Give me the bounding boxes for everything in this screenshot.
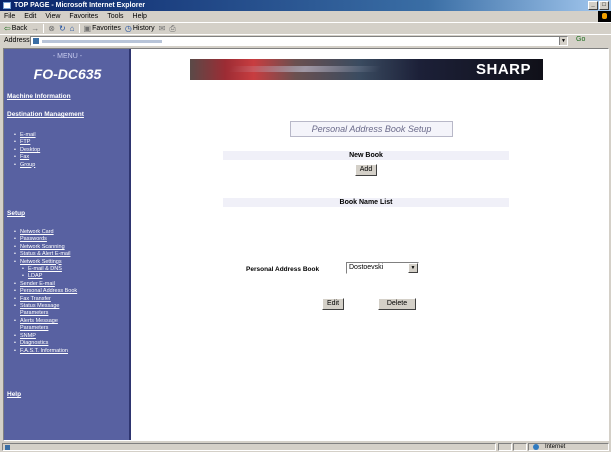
chevron-down-icon[interactable]: ▼ [408,263,418,273]
browser-window: TOP PAGE - Microsoft Internet Explorer _… [0,0,611,452]
address-dropdown-icon[interactable]: ▼ [559,37,567,45]
sidebar-item-status-message-parameters[interactable]: Parameters [14,310,77,317]
sidebar-item-ftp[interactable]: FTP [14,139,40,147]
menu-favorites[interactable]: Favorites [69,13,98,20]
history-icon: ◷ [124,24,132,33]
sidebar-link-destination-management[interactable]: Destination Management [7,111,84,118]
back-arrow-icon: ⇦ [4,24,11,33]
go-button[interactable]: Go [576,36,585,43]
address-bar: Address ▼ Go [0,34,611,46]
page-title: Personal Address Book Setup [290,121,453,137]
add-button[interactable]: Add [355,164,377,176]
toolbar-separator [43,24,45,33]
destination-list: E-mail FTP Desktop Fax Group [14,132,40,169]
page-content: - MENU - FO-DC635 Machine Information De… [3,48,609,441]
back-button[interactable]: ⇦ Back [4,24,27,33]
edit-button[interactable]: Edit [322,298,344,310]
sidebar-item-network-settings[interactable]: Network Settings [14,259,77,267]
selected-book: Dostoevski [349,264,384,271]
window-title: TOP PAGE - Microsoft Internet Explorer [14,2,146,9]
ie-throbber-icon [598,11,611,22]
sharp-logo: SHARP [475,61,531,78]
menu-view[interactable]: View [45,13,60,20]
sidebar-item-email-dns[interactable]: E-mail & DNS [14,266,77,274]
forward-arrow-icon[interactable]: → [31,24,39,33]
sidebar-menu: - MENU - FO-DC635 Machine Information De… [4,49,131,440]
model-name: FO-DC635 [33,66,102,82]
sidebar-link-help[interactable]: Help [7,391,21,398]
sidebar-item-group[interactable]: Group [14,162,40,170]
toolbar-separator [78,24,80,33]
menu-title: - MENU - [52,53,83,60]
minimize-button[interactable]: _ [588,1,598,10]
sidebar-item-fax[interactable]: Fax [14,154,40,162]
back-label: Back [11,25,28,32]
sidebar-link-setup[interactable]: Setup [7,210,25,217]
status-cell [498,443,512,451]
address-label: Address [4,37,30,44]
favorites-label: Favorites [92,25,121,32]
favorites-button[interactable]: ▣ Favorites [84,24,121,33]
window-controls: _ □ [588,1,609,10]
sidebar-item-diagnostics[interactable]: Diagnostics [14,340,77,348]
sidebar-item-sender-email[interactable]: Sender E-mail [14,281,77,289]
brand-banner: SHARP [190,59,543,80]
ie-page-icon [3,2,11,9]
delete-button[interactable]: Delete [378,298,416,310]
zone-label: Internet [545,444,566,450]
status-cell [513,443,527,451]
personal-address-book-label: Personal Address Book [246,266,320,273]
sidebar-item-alerts-message[interactable]: Alerts Message [14,318,77,326]
page-icon [33,38,39,44]
banner-graphic [228,66,382,72]
sidebar-item-email[interactable]: E-mail [14,132,40,140]
sidebar-item-desktop[interactable]: Desktop [14,147,40,155]
main-panel: SHARP Personal Address Book Setup New Bo… [133,49,608,440]
address-url-redacted [42,39,162,43]
favorites-icon: ▣ [83,24,92,33]
globe-icon [533,444,539,450]
menu-file[interactable]: File [4,13,15,20]
address-input[interactable]: ▼ [30,36,568,46]
sidebar-item-network-card[interactable]: Network Card [14,229,77,237]
menu-help[interactable]: Help [133,13,147,20]
history-button[interactable]: ◷ History [125,24,155,33]
status-text-area [2,443,496,451]
sidebar-item-alerts-message-parameters[interactable]: Parameters [14,325,77,332]
refresh-icon[interactable]: ↻ [59,24,66,33]
sidebar-item-passwords[interactable]: Passwords [14,236,77,244]
sidebar-item-network-scanning[interactable]: Network Scanning [14,244,77,252]
personal-address-book-select[interactable]: Dostoevski ▼ [346,262,419,274]
book-name-list-heading: Book Name List [223,198,509,207]
toolbar: ⇦ Back → ⊗ ↻ ⌂ ▣ Favorites ◷ History ✉ ⎙ [0,22,611,34]
new-book-heading: New Book [223,151,509,160]
sidebar-item-fast-information[interactable]: F.A.S.T. Information [14,348,77,356]
mail-icon[interactable]: ✉ [159,24,166,33]
setup-list: Network Card Passwords Network Scanning … [14,229,77,355]
title-bar: TOP PAGE - Microsoft Internet Explorer _… [0,0,611,11]
home-icon[interactable]: ⌂ [70,24,75,33]
print-icon[interactable]: ⎙ [169,24,175,34]
sidebar-item-snmp[interactable]: SNMP [14,333,77,341]
sidebar-item-ldap[interactable]: LDAP [14,273,77,281]
sidebar-item-status-message[interactable]: Status Message [14,303,77,311]
menu-bar: File Edit View Favorites Tools Help [0,11,611,22]
stop-icon[interactable]: ⊗ [48,24,55,33]
sidebar-item-fax-transfer[interactable]: Fax Transfer [14,296,77,304]
menu-tools[interactable]: Tools [107,13,123,20]
page-status-icon [5,445,10,450]
sidebar-link-machine-information[interactable]: Machine Information [7,93,71,100]
security-zone: Internet [528,443,609,451]
sidebar-item-status-alert-email[interactable]: Status & Alert E-mail [14,251,77,259]
status-bar: Internet [0,442,611,452]
sidebar-item-personal-address-book[interactable]: Personal Address Book [14,288,77,296]
menu-edit[interactable]: Edit [24,13,36,20]
maximize-button[interactable]: □ [599,1,609,10]
history-label: History [132,25,155,32]
